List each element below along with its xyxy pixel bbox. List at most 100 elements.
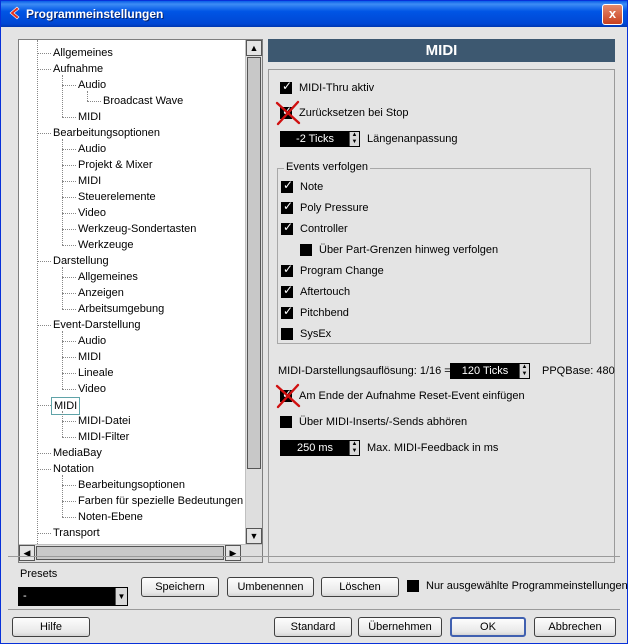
tree-item[interactable]: Broadcast Wave bbox=[19, 93, 245, 109]
tree-item[interactable]: MIDI bbox=[19, 173, 245, 189]
checkbox-box: ✓ bbox=[281, 199, 294, 214]
checkbox-box: ✓ bbox=[281, 221, 293, 235]
checkmark-icon: ✓ bbox=[283, 178, 294, 192]
help-button[interactable]: Hilfe bbox=[12, 617, 90, 637]
tree-item[interactable]: Arbeitsumgebung bbox=[19, 301, 245, 317]
spin-arrows-icon[interactable]: ▲ ▼ bbox=[519, 364, 529, 378]
tree-connector-line bbox=[37, 533, 51, 534]
title-bar[interactable]: Programmeinstellungen x bbox=[1, 1, 627, 27]
scroll-down-button[interactable]: ▼ bbox=[246, 528, 262, 544]
tree-connector-line bbox=[62, 213, 76, 214]
rename-preset-button[interactable]: Umbenennen bbox=[227, 577, 314, 597]
save-preset-button[interactable]: Speichern bbox=[141, 577, 219, 597]
scroll-left-button[interactable]: ◀ bbox=[19, 545, 35, 561]
tree-item-label: MIDI-Filter bbox=[78, 431, 130, 443]
tree-connector-line bbox=[62, 517, 76, 518]
ok-button[interactable]: OK bbox=[450, 617, 526, 637]
tree-item-label: Lineale bbox=[78, 367, 114, 379]
tree-item[interactable]: Video bbox=[19, 205, 245, 221]
feedback-value: 250 ms bbox=[296, 442, 334, 454]
event-filter-label: Controller bbox=[300, 223, 348, 235]
preferences-window: Programmeinstellungen x Allgemeines Aufna… bbox=[0, 0, 628, 644]
tree-item[interactable]: MIDI-Datei bbox=[19, 413, 245, 429]
checkbox-box: ✓ bbox=[281, 305, 293, 319]
tree-item[interactable]: MIDI bbox=[19, 109, 245, 125]
inserts-sends-label: Über MIDI-Inserts/-Sends abhören bbox=[299, 416, 468, 428]
event-filter-label: Pitchbend bbox=[300, 307, 349, 319]
tree-connector-line bbox=[62, 501, 76, 502]
tree-item[interactable]: Steuerelemente bbox=[19, 189, 245, 205]
tree-item[interactable]: Allgemeines bbox=[19, 269, 245, 285]
preset-dropdown[interactable]: - ▼ bbox=[18, 587, 128, 606]
tree-item[interactable]: Projekt & Mixer bbox=[19, 157, 245, 173]
tree-item[interactable]: Audio bbox=[19, 77, 245, 93]
tree-item[interactable]: Allgemeines bbox=[19, 45, 245, 61]
scroll-up-button[interactable]: ▲ bbox=[246, 40, 262, 56]
tree-item-label: Video bbox=[78, 207, 106, 219]
tree-item[interactable]: Lineale bbox=[19, 365, 245, 381]
close-button[interactable]: x bbox=[602, 4, 623, 25]
horizontal-scroll-thumb[interactable] bbox=[36, 546, 224, 560]
checkbox-box: ✓ bbox=[281, 178, 294, 193]
tree-item-label: Werkzeuge bbox=[78, 239, 134, 251]
apply-button[interactable]: Übernehmen bbox=[358, 617, 442, 637]
tree-item[interactable]: Event-Darstellung bbox=[19, 317, 245, 333]
resolution-value: 120 Ticks bbox=[461, 365, 509, 377]
tree-vertical-scrollbar[interactable]: ▲ ▼ bbox=[245, 40, 262, 544]
vertical-scroll-thumb[interactable] bbox=[247, 57, 261, 469]
tree-horizontal-scrollbar[interactable]: ◀ ▶ bbox=[19, 544, 262, 562]
midi-thru-label: MIDI-Thru aktiv bbox=[299, 82, 375, 94]
delete-preset-button[interactable]: Löschen bbox=[321, 577, 399, 597]
tree-connector-line bbox=[62, 197, 76, 198]
tree-item-label: Audio bbox=[78, 79, 107, 91]
checkbox-box bbox=[281, 328, 293, 340]
cancel-button[interactable]: Abbrechen bbox=[534, 617, 616, 637]
checkbox-box: ✓ bbox=[280, 80, 292, 94]
red-cross-icon bbox=[275, 383, 301, 409]
tree-item-label: Steuerelemente bbox=[78, 191, 156, 203]
tree-item[interactable]: Anzeigen bbox=[19, 285, 245, 301]
tree-item[interactable]: Bearbeitungsoptionen bbox=[19, 477, 245, 493]
checkmark-icon: ✓ bbox=[283, 199, 294, 213]
spin-arrows-icon[interactable]: ▲ ▼ bbox=[349, 132, 359, 146]
tree-item[interactable]: Audio bbox=[19, 141, 245, 157]
tree-connector-line bbox=[62, 229, 76, 230]
tree-item[interactable]: Werkzeuge bbox=[19, 237, 245, 253]
tree-item[interactable]: Audio bbox=[19, 333, 245, 349]
tree-item[interactable]: Video bbox=[19, 381, 245, 397]
tree-item-label: Projekt & Mixer bbox=[78, 159, 153, 171]
settings-tree[interactable]: Allgemeines Aufnahme Audio Broadcast Wave MI… bbox=[19, 40, 245, 544]
separator bbox=[8, 609, 620, 610]
tree-connector-line bbox=[62, 139, 63, 245]
resolution-spinbox[interactable]: 120 Ticks ▲ ▼ bbox=[450, 363, 530, 379]
tree-connector-line bbox=[37, 453, 51, 454]
tree-item[interactable]: Bearbeitungsoptionen bbox=[19, 125, 245, 141]
tree-item-label: Notation bbox=[53, 463, 94, 475]
checkbox-box bbox=[280, 416, 292, 428]
tree-item[interactable]: Transport bbox=[19, 525, 245, 541]
scroll-right-button[interactable]: ▶ bbox=[225, 545, 241, 561]
settings-tree-frame: Allgemeines Aufnahme Audio Broadcast Wave MI… bbox=[18, 39, 263, 563]
tree-item[interactable]: MIDI bbox=[19, 349, 245, 365]
tree-item[interactable]: Notation bbox=[19, 461, 245, 477]
tree-connector-line bbox=[62, 373, 76, 374]
tree-item-label: Transport bbox=[53, 527, 100, 539]
tree-item[interactable]: MediaBay bbox=[19, 445, 245, 461]
tree-item-label: Noten-Ebene bbox=[78, 511, 143, 523]
tree-item[interactable]: Farben für spezielle Bedeutungen bbox=[19, 493, 245, 509]
tree-item[interactable]: Darstellung bbox=[19, 253, 245, 269]
length-adjust-spinbox[interactable]: -2 Ticks ▲ ▼ bbox=[280, 131, 360, 147]
midi-settings-panel: ✓ MIDI-Thru aktiv ✓ Zurücksetzen bei Sto… bbox=[268, 69, 615, 563]
spin-arrows-icon[interactable]: ▲ ▼ bbox=[349, 441, 359, 455]
tree-connector-line bbox=[62, 181, 76, 182]
tree-item[interactable]: MIDI-Filter bbox=[19, 429, 245, 445]
feedback-spinbox[interactable]: 250 ms ▲ ▼ bbox=[280, 440, 360, 456]
tree-item[interactable]: Noten-Ebene bbox=[19, 509, 245, 525]
tree-item[interactable]: Aufnahme bbox=[19, 61, 245, 77]
tree-item[interactable]: MIDI bbox=[19, 397, 245, 415]
tree-item[interactable]: Werkzeug-Sondertasten bbox=[19, 221, 245, 237]
tree-connector-line bbox=[87, 101, 101, 102]
tree-connector-line bbox=[62, 309, 76, 310]
standard-button[interactable]: Standard bbox=[274, 617, 352, 637]
tree-item-label: Farben für spezielle Bedeutungen bbox=[78, 495, 244, 507]
